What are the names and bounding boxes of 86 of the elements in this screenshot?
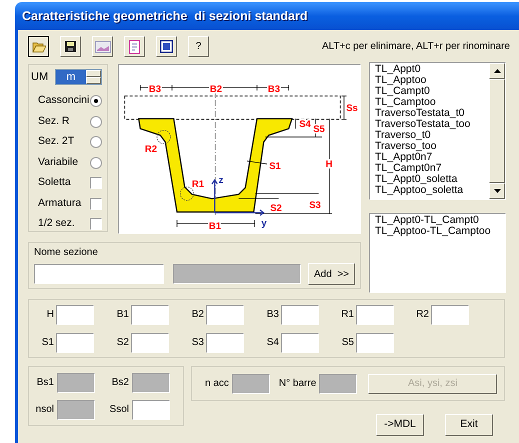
checkbox[interactable]: [90, 218, 102, 230]
dimension-label: R2: [144, 144, 158, 155]
down-arrow-icon: [494, 189, 500, 193]
toolbar-button[interactable]: [28, 36, 49, 57]
dimension-label: S4: [299, 119, 311, 130]
list-item[interactable]: TL_Apptoo-TL_Camptoo: [375, 226, 505, 237]
parameter-label: B3: [266, 308, 279, 322]
input-field[interactable]: [281, 332, 319, 352]
field-label: n acc: [205, 377, 229, 391]
list-item[interactable]: Traverso_t0: [375, 130, 489, 141]
input-field[interactable]: [131, 332, 169, 352]
list-item[interactable]: TL_Camptoo: [375, 97, 489, 108]
option-label: 1/2 sez.: [38, 216, 75, 232]
list-item[interactable]: TL_Appt0-TL_Campt0: [375, 215, 505, 226]
section-name-field[interactable]: [34, 264, 164, 284]
input-field[interactable]: [132, 400, 170, 420]
scrollbar[interactable]: [489, 63, 505, 199]
parameter-label: S2: [116, 336, 129, 350]
list-item[interactable]: TraversoTestata_t0: [375, 108, 489, 119]
document-icon: [129, 40, 140, 54]
list-item[interactable]: TL_Appt0: [375, 64, 489, 75]
parameter-label: B1: [116, 308, 129, 322]
dialog-button[interactable]: Exit: [445, 414, 493, 436]
units-label: UM: [31, 70, 50, 85]
up-arrow-icon: [494, 69, 500, 73]
field-label: nsol: [36, 403, 54, 417]
list-box[interactable]: TL_Appt0 TL_Apptoo TL_Campt0 TL_Camptoo TraversoTestata_t0 TraversoTestata_too Traverso_t0 Traverso_too TL_Appt0n7 TL_Campt0n7 TL_Appt0_soletta TL_Apptoo_soletta: [369, 62, 506, 200]
option-label: Soletta: [38, 175, 71, 190]
dimension-label: y: [261, 218, 267, 229]
parameter-label: B2: [192, 308, 204, 322]
list-item[interactable]: Traverso_too: [375, 141, 489, 152]
parameter-label: S3: [192, 336, 204, 350]
dimension-label: S3: [309, 200, 321, 211]
add-button[interactable]: Add >>: [308, 263, 355, 285]
list-item[interactable]: TL_Appt0n7: [375, 152, 489, 163]
list-item[interactable]: TL_Campt0n7: [375, 163, 489, 174]
input-field[interactable]: [56, 332, 94, 352]
option-label: Sez. 2T: [38, 134, 74, 150]
dimension-label: S1: [269, 161, 281, 172]
list-item[interactable]: TL_Apptoo: [375, 75, 489, 86]
radio-button[interactable]: [90, 116, 102, 128]
option-label: Variabile: [38, 154, 78, 170]
parameter-label: S5: [342, 336, 354, 350]
section-name-label: Nome sezione: [34, 246, 99, 260]
field-label: Bs2: [112, 376, 129, 390]
checkbox[interactable]: [90, 177, 102, 190]
radio-button[interactable]: [90, 95, 102, 108]
option-label: Cassoncini: [38, 93, 90, 108]
dimension-label: z: [218, 175, 224, 186]
input-field[interactable]: [56, 304, 94, 324]
toolbar-button[interactable]: ?: [188, 36, 209, 57]
dialog-button[interactable]: ->MDL: [376, 414, 424, 436]
dimension-label: R1: [192, 179, 204, 190]
option-label: Armatura: [38, 196, 82, 211]
list-item[interactable]: TraversoTestata_too: [375, 119, 489, 130]
field-label: Bs1: [36, 376, 54, 390]
input-field[interactable]: [431, 304, 469, 324]
window-title: Caratteristiche geometriche di sezioni standard: [22, 8, 308, 25]
dimension-label: Ss: [346, 103, 358, 114]
input-field[interactable]: [206, 304, 244, 324]
parameter-label: S1: [42, 336, 54, 350]
input-field[interactable]: [356, 332, 394, 352]
image-icon: [94, 40, 110, 52]
shortcut-hint: ALT+c per elinimare, ALT+r per rinominare: [322, 40, 510, 54]
input-field[interactable]: [356, 304, 394, 324]
parameter-label: S4: [266, 336, 279, 350]
parameter-label: R1: [341, 308, 354, 322]
parameter-label: H: [46, 308, 54, 322]
folder-icon: [32, 40, 46, 52]
dimension-label: B1: [208, 221, 222, 232]
list-item[interactable]: TL_Appt0_soletta: [375, 174, 489, 185]
units-spinner[interactable]: m: [55, 69, 102, 85]
field-label: N° barre: [278, 377, 316, 391]
input-field[interactable]: [281, 304, 319, 324]
radio-button[interactable]: [90, 156, 102, 169]
checkbox[interactable]: [90, 198, 102, 210]
field-label: Ssol: [110, 403, 129, 417]
radio-button[interactable]: [90, 136, 102, 148]
dimension-label: S2: [270, 203, 282, 214]
list-item[interactable]: TL_Apptoo_soletta: [375, 185, 489, 196]
parameter-label: R2: [416, 308, 429, 322]
list-box[interactable]: TL_Appt0-TL_Campt0 TL_Apptoo-TL_Camptoo: [369, 213, 506, 293]
input-field[interactable]: [131, 304, 169, 324]
option-label: Sez. R: [38, 114, 70, 129]
list-item[interactable]: TL_Campt0: [375, 86, 489, 97]
input-field[interactable]: [206, 332, 244, 352]
